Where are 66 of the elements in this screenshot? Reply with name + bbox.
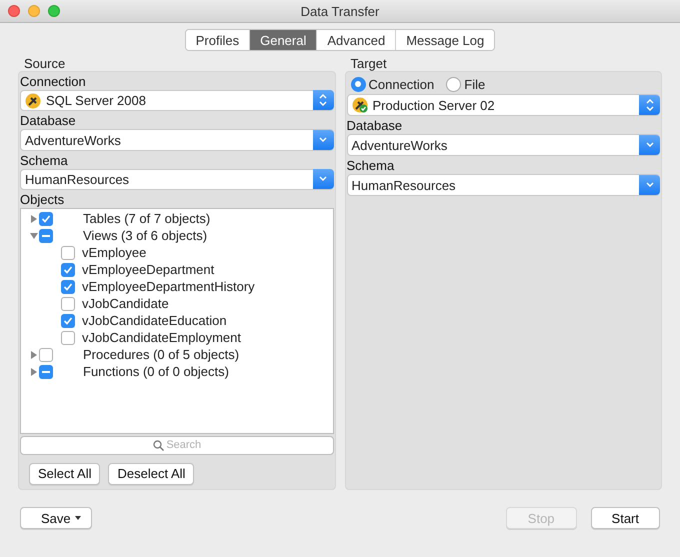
- checkbox[interactable]: [61, 296, 75, 311]
- checkmark-icon: [41, 214, 51, 224]
- triangle-down-icon[interactable]: [30, 232, 38, 240]
- radio-dot-icon: [355, 81, 361, 87]
- field-label: Objects: [20, 192, 66, 208]
- tab[interactable]: Message Log: [395, 30, 494, 50]
- database-dropdown[interactable]: AdventureWorks: [20, 129, 334, 151]
- chevron-down-icon: [646, 182, 654, 188]
- triangle-right-icon[interactable]: [30, 214, 38, 223]
- radio-label[interactable]: Connection: [368, 76, 434, 92]
- radio-label[interactable]: File: [464, 76, 486, 92]
- schema-dropdown[interactable]: HumanResources: [346, 174, 660, 196]
- chevron-down-icon: [646, 142, 654, 148]
- tree-item[interactable]: Views (3 of 6 objects): [83, 228, 208, 244]
- checkbox[interactable]: [39, 364, 53, 379]
- checkbox[interactable]: [61, 314, 75, 328]
- tree-item[interactable]: vJobCandidateEducation: [82, 313, 227, 328]
- tree-item[interactable]: Tables (7 of 7 objects): [83, 211, 210, 226]
- checkbox[interactable]: [39, 212, 53, 226]
- save-button[interactable]: Save: [20, 507, 92, 529]
- checkbox[interactable]: [61, 280, 75, 294]
- start-button[interactable]: Start: [590, 507, 660, 529]
- group-title: Target: [350, 56, 388, 71]
- chevron-down-icon: [319, 176, 327, 182]
- connection-dropdown[interactable]: SQL Server 2008: [20, 90, 334, 112]
- tree-item[interactable]: vEmployeeDepartment: [82, 262, 214, 278]
- tree-item[interactable]: vEmployee: [82, 245, 146, 260]
- database-dropdown[interactable]: AdventureWorks: [346, 134, 660, 156]
- radio-button[interactable]: [350, 76, 366, 92]
- triangle-right-icon[interactable]: [30, 350, 38, 359]
- chevron-down-icon: [319, 136, 327, 143]
- window-title: Data Transfer: [300, 4, 380, 18]
- caret-icon: [74, 516, 81, 520]
- checkbox[interactable]: [61, 330, 75, 345]
- search-field[interactable]: Search: [20, 436, 334, 455]
- field-label: Database: [20, 113, 77, 130]
- stepper-icon: [319, 93, 327, 108]
- triangle-right-icon[interactable]: [30, 368, 38, 376]
- tree-item[interactable]: vJobCandidate: [82, 296, 169, 312]
- tree-item[interactable]: vEmployeeDepartmentHistory: [82, 279, 255, 294]
- checkmark-icon: [63, 282, 73, 292]
- checkbox[interactable]: [61, 262, 75, 277]
- stepper-icon: [646, 98, 654, 112]
- checkbox[interactable]: [61, 246, 75, 260]
- field-label: Schema: [346, 158, 396, 174]
- radio-button[interactable]: [446, 76, 462, 92]
- tree-item[interactable]: vJobCandidateEmployment: [82, 330, 241, 346]
- tree-item[interactable]: Functions (0 of 0 objects): [83, 364, 229, 380]
- field-label: Database: [346, 118, 404, 134]
- select-button[interactable]: Select All: [29, 462, 100, 485]
- tree-item[interactable]: Procedures (0 of 5 objects): [83, 347, 240, 362]
- field-label: Connection: [20, 74, 87, 90]
- field-label: Schema: [20, 152, 69, 169]
- search-icon: [152, 440, 164, 451]
- checkmark-icon: [63, 264, 73, 275]
- tab[interactable]: General: [249, 30, 316, 50]
- checkbox[interactable]: [39, 348, 53, 362]
- schema-dropdown[interactable]: HumanResources: [20, 168, 334, 190]
- zoom-icon[interactable]: [48, 5, 60, 17]
- close-icon[interactable]: [8, 5, 20, 17]
- group-title: Source: [24, 56, 66, 71]
- select-button[interactable]: Deselect All: [108, 462, 194, 485]
- checkmark-icon: [63, 316, 73, 326]
- checkbox[interactable]: [39, 228, 53, 243]
- connection-dropdown[interactable]: Production Server 02: [346, 94, 660, 116]
- minimize-icon[interactable]: [28, 5, 40, 17]
